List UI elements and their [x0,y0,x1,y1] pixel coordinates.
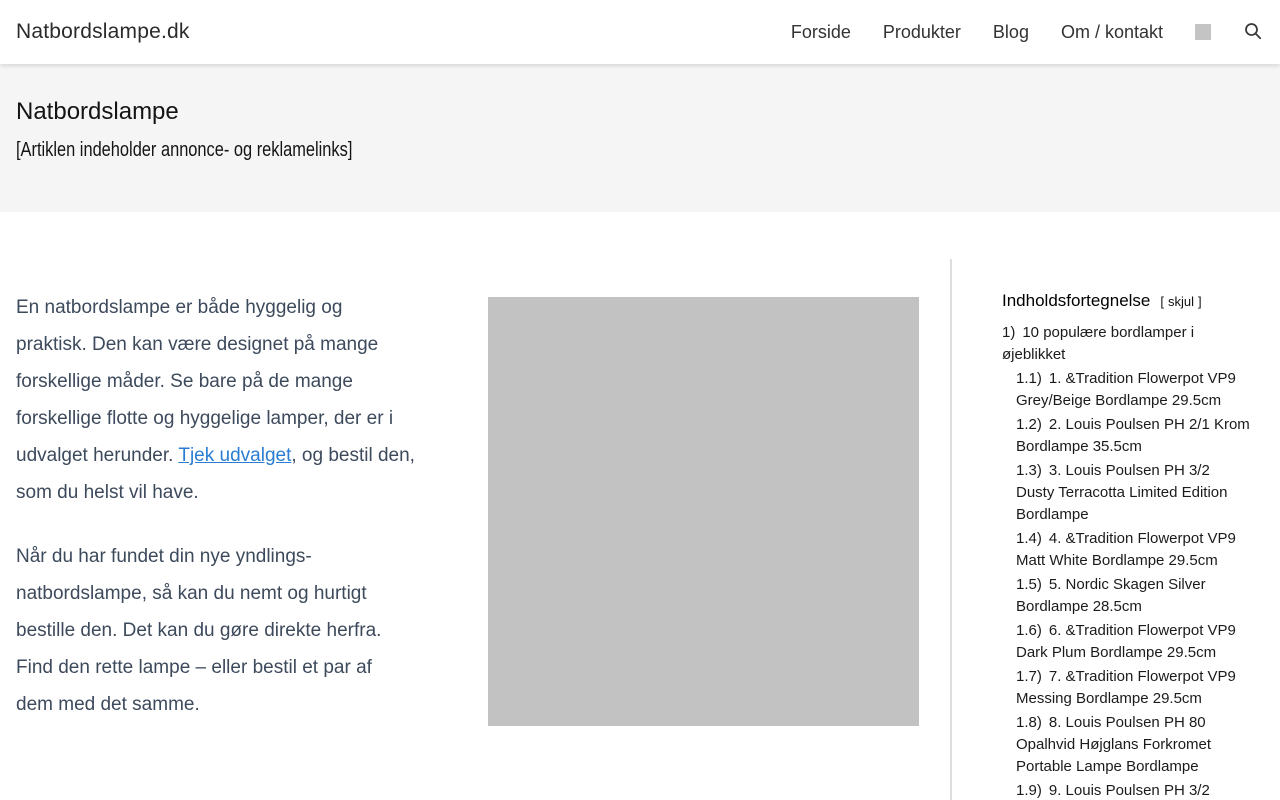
search-icon [1243,21,1263,44]
ad-disclaimer: [Artiklen indeholder annonce- og reklame… [16,139,353,161]
search-button[interactable] [1243,22,1263,42]
article-intro: En natbordslampe er både hyggelig og pra… [16,289,478,750]
article-image-placeholder [488,297,919,726]
toc-item-1-5[interactable]: 1.5) 5. Nordic Skagen Silver Bordlampe 28… [1002,574,1250,618]
toc-item-1-3[interactable]: 1.3) 3. Louis Poulsen PH 3/2 Dusty Terrac… [1002,460,1250,526]
toc-item-1[interactable]: 1) 10 populære bordlamper i øjeblikket [1002,322,1250,366]
toc-item-1-7[interactable]: 1.7) 7. &Tradition Flowerpot VP9 Messing … [1002,666,1250,710]
content-divider [950,259,952,800]
toc-item-1-2[interactable]: 1.2) 2. Louis Poulsen PH 2/1 Krom Bordlam… [1002,414,1250,458]
toc-item-1-1[interactable]: 1.1) 1. &Tradition Flowerpot VP9 Grey/Bei… [1002,368,1250,412]
intro-paragraph-2: Når du har fundet din nye yndlings- natb… [16,546,382,715]
site-logo[interactable]: Natbordslampe.dk [16,20,190,44]
nav-item-blog[interactable]: Blog [993,22,1029,43]
main-nav: Forside Produkter Blog Om / kontakt [791,22,1263,43]
page-title: Natbordslampe [16,98,179,125]
toc-item-1-9[interactable]: 1.9)9. Louis Poulsen PH 3/2 Chrome Bordl… [1002,780,1250,800]
toc-toggle: [skjul] [1160,294,1201,309]
nav-item-produkter[interactable]: Produkter [883,22,961,43]
toc-list: 1) 10 populære bordlamper i øjeblikket 1.… [1002,322,1250,800]
toc-item-1-4[interactable]: 1.4) 4. &Tradition Flowerpot VP9 Matt Whi… [1002,528,1250,572]
nav-placeholder-image[interactable] [1195,24,1211,40]
toggle-close-bracket: ] [1198,294,1202,309]
hero-band: Natbordslampe [Artiklen indeholder annon… [0,64,1280,212]
nav-item-forside[interactable]: Forside [791,22,851,43]
toc-header: Indholdsfortegnelse [skjul] [1002,291,1250,311]
intro-paragraph-1: En natbordslampe er både hyggelig og pra… [16,289,478,511]
toc-hide-link[interactable]: skjul [1164,294,1198,309]
toc-item-1-8[interactable]: 1.8) 8. Louis Poulsen PH 80 Opalhvid Højg… [1002,712,1250,778]
tjek-udvalget-link[interactable]: Tjek udvalget [178,445,291,466]
main-content: En natbordslampe er både hyggelig og pra… [0,212,1280,800]
table-of-contents: Indholdsfortegnelse [skjul] 1) 10 populær… [1002,291,1250,800]
paragraph-text: En natbordslampe er både hyggelig og pra… [16,297,394,466]
toc-title: Indholdsfortegnelse [1002,291,1151,310]
site-header: Natbordslampe.dk Forside Produkter Blog … [0,0,1280,64]
toc-item-1-6[interactable]: 1.6) 6. &Tradition Flowerpot VP9 Dark Plu… [1002,620,1250,664]
nav-item-om-kontakt[interactable]: Om / kontakt [1061,22,1163,43]
